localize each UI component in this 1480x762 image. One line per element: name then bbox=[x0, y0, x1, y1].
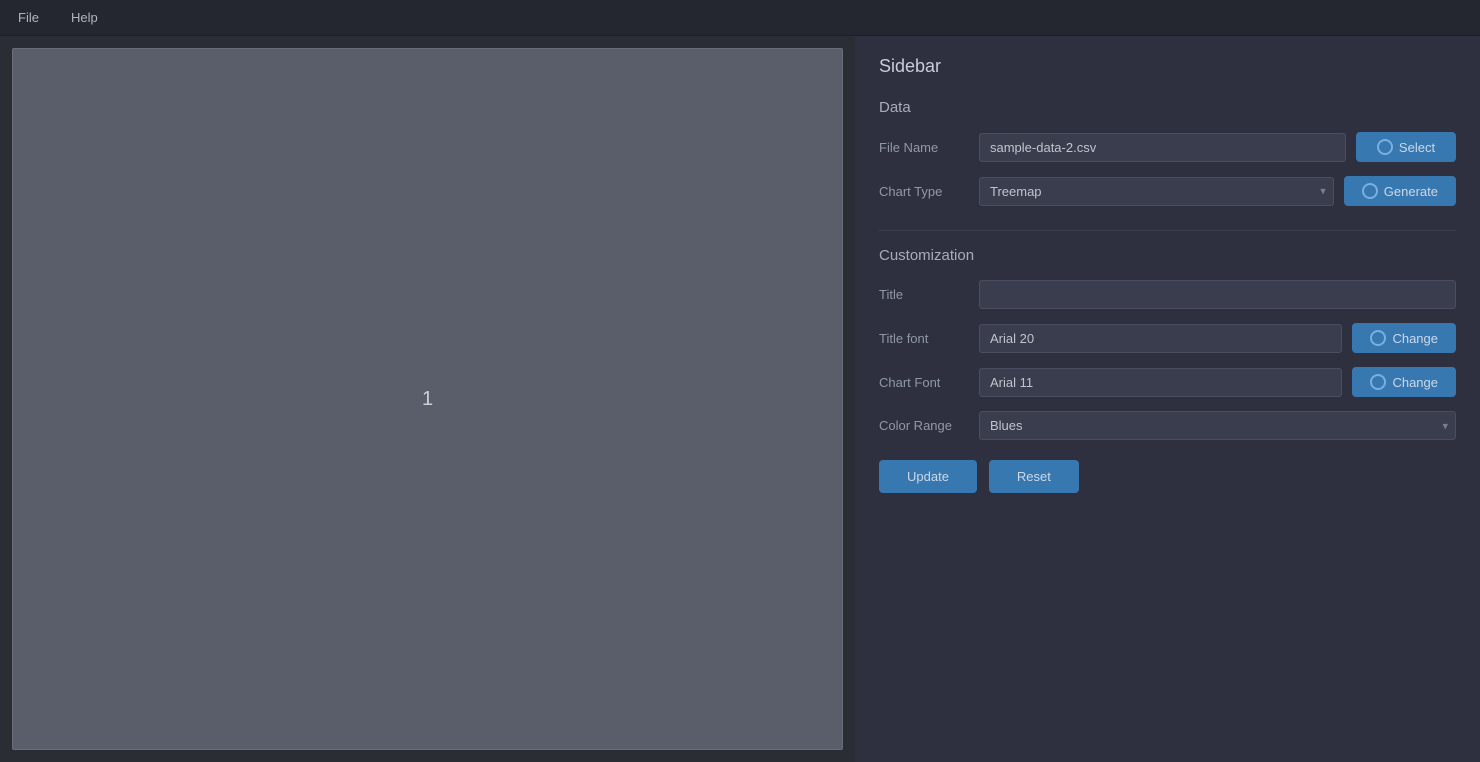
section-divider bbox=[879, 230, 1456, 231]
chart-type-dropdown-wrapper: Treemap Bar Chart Line Chart Pie Chart ▾ bbox=[979, 177, 1334, 206]
title-font-change-label: Change bbox=[1392, 331, 1438, 346]
main-layout: 1 Sidebar Data File Name sample-data-2.c… bbox=[0, 36, 1480, 762]
customization-section-title: Customization bbox=[879, 247, 1456, 264]
title-input[interactable] bbox=[979, 280, 1456, 309]
chart-font-row: Chart Font Arial 11 Change bbox=[879, 367, 1456, 397]
title-font-change-icon bbox=[1370, 330, 1386, 346]
sidebar: Sidebar Data File Name sample-data-2.csv… bbox=[855, 36, 1480, 762]
file-name-display: sample-data-2.csv bbox=[979, 133, 1346, 162]
update-button[interactable]: Update bbox=[879, 460, 977, 493]
sidebar-title: Sidebar bbox=[879, 56, 1456, 77]
chart-font-value: Arial 11 bbox=[979, 368, 1342, 397]
customization-section: Customization Title Title font Arial 20 … bbox=[879, 247, 1456, 493]
select-icon bbox=[1377, 139, 1393, 155]
color-range-dropdown[interactable]: Blues Reds Greens Oranges bbox=[979, 411, 1456, 440]
bottom-buttons: Update Reset bbox=[879, 460, 1456, 493]
reset-button[interactable]: Reset bbox=[989, 460, 1079, 493]
menu-file[interactable]: File bbox=[12, 6, 45, 29]
title-label: Title bbox=[879, 287, 969, 302]
chart-font-change-button[interactable]: Change bbox=[1352, 367, 1456, 397]
select-button[interactable]: Select bbox=[1356, 132, 1456, 162]
canvas-container: 1 bbox=[12, 48, 843, 750]
color-range-label: Color Range bbox=[879, 418, 969, 433]
canvas-area: 1 bbox=[0, 36, 855, 762]
file-name-row: File Name sample-data-2.csv Select bbox=[879, 132, 1456, 162]
title-font-value: Arial 20 bbox=[979, 324, 1342, 353]
menu-help[interactable]: Help bbox=[65, 6, 104, 29]
generate-button-label: Generate bbox=[1384, 184, 1438, 199]
menubar: File Help bbox=[0, 0, 1480, 36]
file-name-label: File Name bbox=[879, 140, 969, 155]
chart-type-label: Chart Type bbox=[879, 184, 969, 199]
canvas-number: 1 bbox=[422, 388, 433, 411]
color-range-dropdown-wrapper: Blues Reds Greens Oranges ▾ bbox=[979, 411, 1456, 440]
title-font-change-button[interactable]: Change bbox=[1352, 323, 1456, 353]
select-button-label: Select bbox=[1399, 140, 1435, 155]
chart-type-row: Chart Type Treemap Bar Chart Line Chart … bbox=[879, 176, 1456, 206]
chart-type-dropdown[interactable]: Treemap Bar Chart Line Chart Pie Chart bbox=[979, 177, 1334, 206]
color-range-row: Color Range Blues Reds Greens Oranges ▾ bbox=[879, 411, 1456, 440]
chart-font-change-icon bbox=[1370, 374, 1386, 390]
title-font-label: Title font bbox=[879, 331, 969, 346]
generate-button[interactable]: Generate bbox=[1344, 176, 1456, 206]
title-font-row: Title font Arial 20 Change bbox=[879, 323, 1456, 353]
chart-font-label: Chart Font bbox=[879, 375, 969, 390]
generate-icon bbox=[1362, 183, 1378, 199]
data-section-title: Data bbox=[879, 99, 1456, 116]
title-row: Title bbox=[879, 280, 1456, 309]
data-section: Data File Name sample-data-2.csv Select … bbox=[879, 99, 1456, 206]
chart-font-change-label: Change bbox=[1392, 375, 1438, 390]
